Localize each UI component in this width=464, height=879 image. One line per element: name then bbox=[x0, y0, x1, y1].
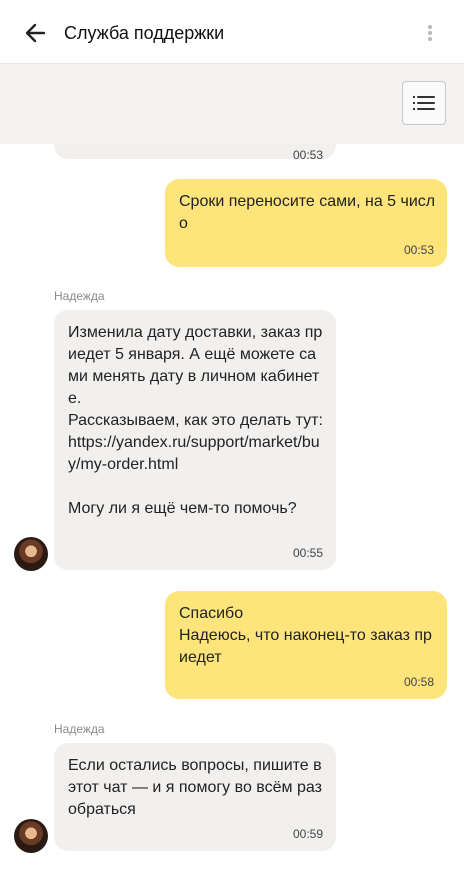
chat-messages[interactable]: 00:53 Сроки переносите сами, на 5 число … bbox=[0, 144, 464, 879]
message-text: Сроки переносите сами, на 5 число bbox=[179, 193, 436, 232]
message-time: 00:59 bbox=[292, 827, 323, 841]
message-bubble-incoming: Изменила дату доставки, заказ приедет 5 … bbox=[54, 310, 336, 570]
message-text: Если остались вопросы, пишите в этот чат… bbox=[68, 757, 327, 818]
message-bubble-incoming: Если остались вопросы, пишите в этот чат… bbox=[54, 743, 336, 851]
message-time: 00:55 bbox=[292, 546, 323, 560]
back-arrow-icon[interactable] bbox=[18, 18, 52, 48]
more-vertical-icon[interactable] bbox=[418, 18, 442, 48]
chat-toolbar bbox=[0, 64, 464, 144]
list-menu-button[interactable] bbox=[402, 81, 446, 125]
message-bubble-outgoing: Спасибо Надеюсь, что наконец-то заказ пр… bbox=[165, 591, 447, 699]
message-time: 00:53 bbox=[292, 148, 323, 162]
message-time: 00:53 bbox=[403, 243, 434, 257]
message-bubble-outgoing: Сроки переносите сами, на 5 число 00:53 bbox=[165, 179, 447, 267]
sender-name: Надежда bbox=[54, 722, 105, 736]
agent-avatar bbox=[14, 537, 48, 571]
page-title: Служба поддержки bbox=[64, 23, 225, 43]
app-bar: Служба поддержки bbox=[0, 0, 464, 64]
message-time: 00:58 bbox=[403, 675, 434, 689]
message-text: Изменила дату доставки, заказ приедет 5 … bbox=[68, 324, 323, 517]
message-text: Спасибо Надеюсь, что наконец-то заказ пр… bbox=[179, 605, 432, 666]
sender-name: Надежда bbox=[54, 289, 105, 303]
agent-avatar bbox=[14, 819, 48, 853]
message-bubble-incoming-partial: 00:53 bbox=[54, 144, 336, 162]
